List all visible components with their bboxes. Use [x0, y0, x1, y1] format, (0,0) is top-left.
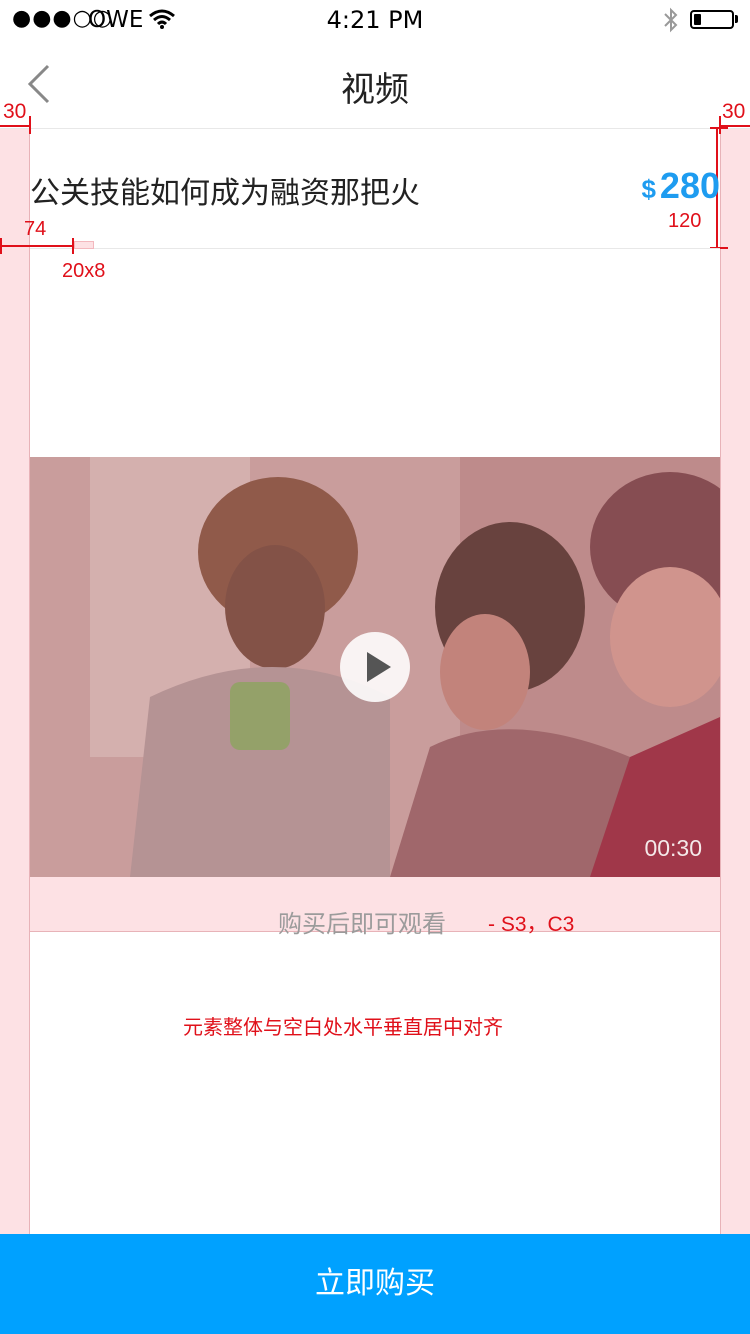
annotation-margin-left: 30 — [3, 100, 27, 123]
annotation-line — [719, 116, 721, 134]
clock: 4:21 PM — [326, 6, 424, 34]
price: $280 — [641, 165, 720, 207]
annotation-mark-size: 20x8 — [62, 260, 106, 282]
right-guide-line — [720, 128, 721, 1234]
annotation-center-note: 元素整体与空白处水平垂直居中对齐 — [183, 1017, 503, 1039]
annotation-line — [29, 116, 31, 134]
annotation-line — [0, 245, 74, 247]
annotation-line — [0, 125, 30, 127]
play-icon[interactable] — [340, 632, 410, 702]
status-bar: ●●●○○ OWE 4:21 PM — [0, 0, 750, 40]
buy-now-button[interactable]: 立即购买 — [0, 1234, 750, 1334]
annotation-line — [0, 238, 2, 254]
locked-hint: 购买后即可观看 — [278, 910, 446, 938]
annotation-line — [710, 127, 728, 129]
page-title: 视频 — [341, 70, 409, 110]
indicator-mark — [74, 241, 94, 249]
video-duration: 00:30 — [644, 835, 702, 861]
battery-fill — [694, 14, 701, 25]
price-value: 280 — [659, 165, 720, 206]
video-player[interactable]: 00:30 — [30, 457, 720, 877]
price-currency: $ — [641, 174, 656, 204]
annotation-hint-style: - S3，C3 — [488, 913, 575, 936]
annotation-row-height: 120 — [668, 210, 702, 232]
annotation-offset: 74 — [24, 218, 47, 240]
annotation-margin-right: 30 — [722, 100, 746, 123]
row-divider — [30, 248, 720, 249]
nav-bar: 视频 — [0, 40, 750, 129]
battery-tip — [735, 15, 738, 23]
annotation-line — [72, 238, 74, 254]
left-margin-guide — [0, 128, 30, 1234]
bluetooth-icon — [662, 6, 680, 38]
course-title: 公关技能如何成为融资那把火 — [30, 176, 420, 211]
right-margin-guide — [720, 128, 750, 1234]
battery-icon — [690, 10, 734, 29]
